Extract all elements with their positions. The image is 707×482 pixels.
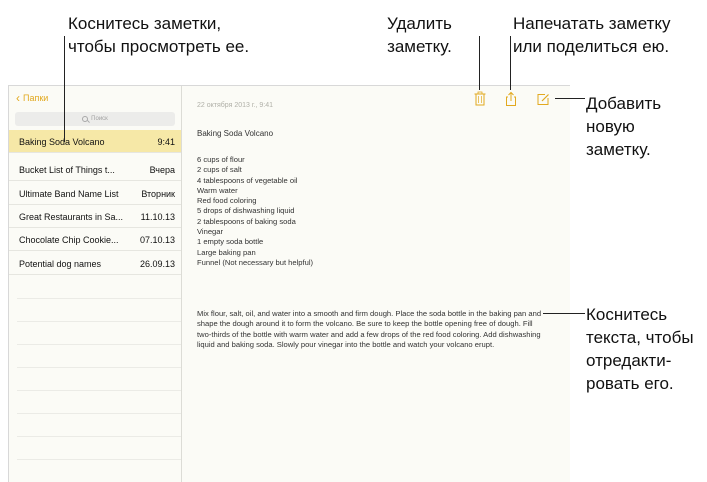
callout-tap-note: Коснитесь заметки, чтобы просмотреть ее. — [68, 12, 249, 58]
callout-delete-note: Удалить заметку. — [387, 12, 452, 58]
leader-line-delete — [479, 36, 480, 90]
note-list-item[interactable]: Bucket List of Things t... Вчера — [9, 158, 181, 181]
note-title: Ultimate Band Name List — [19, 189, 119, 199]
callout-line: текста, чтобы — [586, 328, 694, 347]
callout-line: заметку. — [387, 37, 452, 56]
ingredient-line: 6 cups of flour — [197, 155, 245, 164]
ingredient-line: Red food coloring — [197, 196, 257, 206]
ingredient-line: 2 cups of salt — [197, 165, 242, 175]
note-date: Вторник — [141, 189, 175, 199]
leader-line-tap-text — [543, 313, 585, 314]
callout-line: Напечатать заметку — [513, 14, 671, 33]
callout-tap-text: Коснитесь текста, чтобы отредакти- роват… — [586, 303, 694, 395]
callout-line: Коснитесь — [586, 305, 668, 324]
leader-line-tap-note — [64, 36, 65, 142]
note-editor[interactable]: 22 октября 2013 г., 9:41 Baking Soda Vol… — [181, 86, 570, 482]
callout-line: Коснитесь заметки, — [68, 14, 222, 33]
note-list-item[interactable]: Potential dog names 26.09.13 — [9, 252, 181, 275]
divider — [17, 436, 181, 437]
share-icon[interactable] — [504, 91, 518, 107]
ingredient-line: Funnel (Not necessary but helpful) — [197, 257, 314, 267]
divider — [17, 321, 181, 322]
note-title: Bucket List of Things t... — [19, 165, 115, 175]
ingredient-line: 2 tablespoons of baking soda — [197, 216, 296, 226]
note-date: 07.10.13 — [139, 235, 175, 245]
divider — [17, 413, 181, 414]
callout-line: новую — [586, 117, 635, 136]
search-icon — [82, 116, 89, 122]
note-list-item[interactable]: Baking Soda Volcano 9:41 — [9, 130, 181, 153]
callout-line: ровать его. — [586, 374, 674, 393]
ingredient-line: 5 drops of dishwashing liquid — [197, 206, 295, 216]
ingredient-line: Large baking pan — [197, 247, 256, 257]
note-date: 9:41 — [157, 137, 175, 147]
callout-line: заметку. — [586, 140, 651, 159]
leader-line-share — [510, 36, 511, 90]
callout-add-note: Добавить новую заметку. — [586, 92, 661, 161]
note-date: Вчера — [149, 165, 175, 175]
note-list-item[interactable]: Great Restaurants in Sa... 11.10.13 — [9, 205, 181, 228]
search-field[interactable]: Поиск — [15, 112, 175, 126]
divider — [17, 344, 181, 345]
callout-line: отредакти- — [586, 351, 672, 370]
notes-sidebar: ‹ Папки Поиск Baking Soda Volcano 9:41 B… — [9, 86, 182, 482]
note-body-title[interactable]: Baking Soda Volcano — [197, 129, 273, 138]
trash-icon[interactable] — [473, 91, 487, 107]
ingredient-line: 1 empty soda bottle — [197, 237, 264, 247]
note-title: Chocolate Chip Cookie... — [19, 235, 119, 245]
divider — [17, 390, 181, 391]
compose-icon[interactable] — [536, 91, 550, 107]
note-title: Potential dog names — [19, 259, 102, 269]
chevron-left-icon: ‹ — [16, 90, 20, 105]
ingredient-line: Vinegar — [197, 227, 224, 237]
divider — [17, 298, 181, 299]
note-date: 11.10.13 — [140, 212, 175, 222]
ingredient-list[interactable]: 6 cups of flour 2 cups of salt 4 tablesp… — [197, 155, 313, 268]
back-button[interactable]: ‹ Папки — [16, 90, 49, 105]
note-title: Great Restaurants in Sa... — [19, 212, 124, 222]
divider — [17, 459, 181, 460]
callout-line: Удалить — [387, 14, 452, 33]
notes-app-screen: ‹ Папки Поиск Baking Soda Volcano 9:41 B… — [8, 85, 570, 482]
callout-line: Добавить — [586, 94, 662, 113]
back-label: Папки — [23, 93, 49, 103]
note-list-item[interactable]: Chocolate Chip Cookie... 07.10.13 — [9, 228, 181, 251]
note-title: Baking Soda Volcano — [19, 137, 105, 147]
divider — [17, 367, 181, 368]
search-placeholder: Поиск — [91, 116, 108, 122]
note-list-item[interactable]: Ultimate Band Name List Вторник — [9, 182, 181, 205]
callout-print-share: Напечатать заметку или поделиться ею. — [513, 12, 671, 58]
callout-line: или поделиться ею. — [513, 37, 670, 56]
note-date: 26.09.13 — [139, 259, 175, 269]
note-date-header: 22 октября 2013 г., 9:41 — [197, 102, 273, 109]
leader-line-add — [555, 98, 585, 99]
ingredient-line: 4 tablespoons of vegetable oil — [197, 175, 298, 185]
ingredient-line: Warm water — [197, 185, 238, 195]
callout-line: чтобы просмотреть ее. — [68, 37, 250, 56]
instructions-paragraph[interactable]: Mix flour, salt, oil, and water into a s… — [197, 309, 542, 350]
